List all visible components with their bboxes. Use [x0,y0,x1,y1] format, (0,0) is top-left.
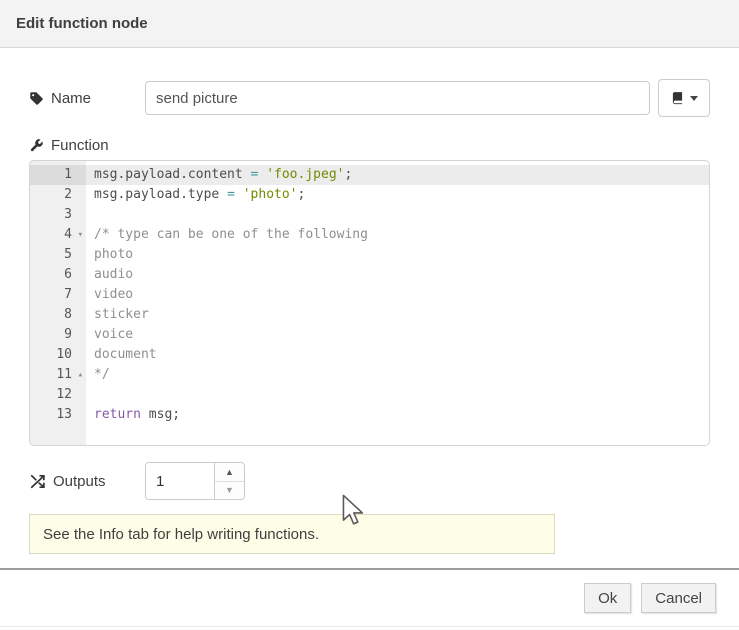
library-button[interactable] [658,79,710,117]
line-number: 9 [30,325,86,345]
outputs-label: Outputs [29,473,145,490]
code-line[interactable]: 11▴*/ [30,365,709,385]
edit-function-node-dialog: Edit function node Name Function [0,0,739,630]
line-number: 2 [30,185,86,205]
function-label-text: Function [51,137,109,154]
fold-close-icon[interactable]: ▴ [78,365,83,385]
code-lines: 1msg.payload.content = 'foo.jpeg';2msg.p… [30,165,709,425]
line-number: 10 [30,345,86,365]
name-label-text: Name [51,90,91,107]
bottom-divider [0,626,739,627]
line-number: 11▴ [30,365,86,385]
code-line[interactable]: 4▾/* type can be one of the following [30,225,709,245]
spinner-down-button[interactable]: ▼ [215,482,244,500]
name-row: Name [29,79,710,117]
code-text[interactable]: audio [86,265,709,285]
function-label: Function [29,137,710,154]
name-input[interactable] [145,81,650,115]
ok-button[interactable]: Ok [584,583,631,613]
info-tip-text: See the Info tab for help writing functi… [43,526,319,543]
line-number: 5 [30,245,86,265]
outputs-spinner: ▲ ▼ [145,462,245,500]
code-line[interactable]: 7video [30,285,709,305]
code-text[interactable]: */ [86,365,709,385]
code-text[interactable]: return msg; [86,405,709,425]
outputs-label-text: Outputs [53,473,106,490]
fold-open-icon[interactable]: ▾ [78,225,83,245]
code-text[interactable]: sticker [86,305,709,325]
code-line[interactable]: 1msg.payload.content = 'foo.jpeg'; [30,165,709,185]
shuffle-icon [29,473,46,490]
outputs-row: Outputs ▲ ▼ [29,462,710,500]
code-text[interactable]: photo [86,245,709,265]
code-text[interactable] [86,205,709,225]
code-line[interactable]: 9voice [30,325,709,345]
line-number: 12 [30,385,86,405]
spinner-buttons: ▲ ▼ [214,463,244,499]
code-line[interactable]: 12 [30,385,709,405]
code-line[interactable]: 13return msg; [30,405,709,425]
footer-divider [0,568,739,570]
line-number: 6 [30,265,86,285]
line-number: 4▾ [30,225,86,245]
code-line[interactable]: 6audio [30,265,709,285]
wrench-icon [29,138,44,153]
line-number: 1 [30,165,86,185]
info-tip-box: See the Info tab for help writing functi… [29,514,555,554]
line-number: 3 [30,205,86,225]
line-number: 8 [30,305,86,325]
code-text[interactable] [86,385,709,405]
book-icon [671,91,685,105]
spinner-up-button[interactable]: ▲ [215,463,244,482]
cancel-button[interactable]: Cancel [641,583,716,613]
outputs-input[interactable] [146,463,214,499]
code-line[interactable]: 10document [30,345,709,365]
code-line[interactable]: 2msg.payload.type = 'photo'; [30,185,709,205]
dialog-title: Edit function node [0,0,739,48]
name-label: Name [29,90,145,107]
line-number: 13 [30,405,86,425]
code-line[interactable]: 5photo [30,245,709,265]
dialog-body: Name Function 1msg.payload.content = 'fo… [0,79,739,554]
code-text[interactable]: msg.payload.type = 'photo'; [86,185,709,205]
code-text[interactable]: document [86,345,709,365]
code-line[interactable]: 3 [30,205,709,225]
code-text[interactable]: msg.payload.content = 'foo.jpeg'; [86,165,709,185]
code-text[interactable]: voice [86,325,709,345]
function-code-editor[interactable]: 1msg.payload.content = 'foo.jpeg';2msg.p… [29,160,710,446]
code-text[interactable]: video [86,285,709,305]
dialog-footer: Ok Cancel [574,583,716,613]
chevron-down-icon [690,96,698,101]
code-line[interactable]: 8sticker [30,305,709,325]
line-number: 7 [30,285,86,305]
code-text[interactable]: /* type can be one of the following [86,225,709,245]
tag-icon [29,91,44,106]
